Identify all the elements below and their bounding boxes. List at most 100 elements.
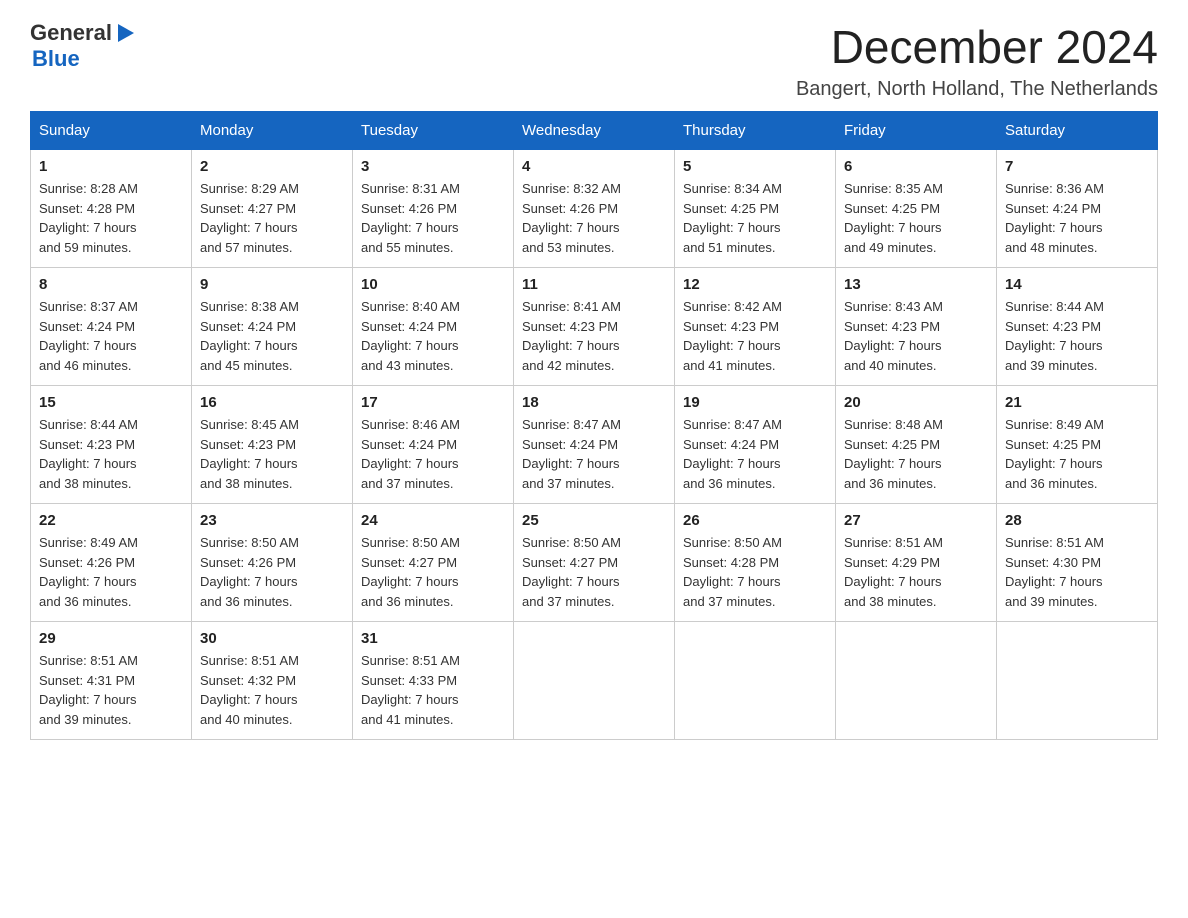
day-info: Sunrise: 8:40 AMSunset: 4:24 PMDaylight:… — [361, 297, 505, 375]
calendar-cell: 8 Sunrise: 8:37 AMSunset: 4:24 PMDayligh… — [31, 268, 192, 386]
day-number: 29 — [39, 630, 183, 647]
calendar-cell: 18 Sunrise: 8:47 AMSunset: 4:24 PMDaylig… — [514, 386, 675, 504]
weekday-header-tuesday: Tuesday — [353, 112, 514, 150]
day-info: Sunrise: 8:51 AMSunset: 4:33 PMDaylight:… — [361, 651, 505, 729]
weekday-header-monday: Monday — [192, 112, 353, 150]
day-info: Sunrise: 8:31 AMSunset: 4:26 PMDaylight:… — [361, 179, 505, 257]
calendar-cell: 16 Sunrise: 8:45 AMSunset: 4:23 PMDaylig… — [192, 386, 353, 504]
day-info: Sunrise: 8:34 AMSunset: 4:25 PMDaylight:… — [683, 179, 827, 257]
calendar-cell: 26 Sunrise: 8:50 AMSunset: 4:28 PMDaylig… — [675, 504, 836, 622]
day-number: 17 — [361, 394, 505, 411]
day-info: Sunrise: 8:49 AMSunset: 4:25 PMDaylight:… — [1005, 415, 1149, 493]
day-number: 9 — [200, 276, 344, 293]
day-number: 7 — [1005, 158, 1149, 175]
calendar-cell: 10 Sunrise: 8:40 AMSunset: 4:24 PMDaylig… — [353, 268, 514, 386]
calendar-cell: 24 Sunrise: 8:50 AMSunset: 4:27 PMDaylig… — [353, 504, 514, 622]
day-number: 22 — [39, 512, 183, 529]
day-number: 20 — [844, 394, 988, 411]
month-year-title: December 2024 — [796, 20, 1158, 74]
day-number: 21 — [1005, 394, 1149, 411]
day-number: 4 — [522, 158, 666, 175]
day-info: Sunrise: 8:51 AMSunset: 4:30 PMDaylight:… — [1005, 533, 1149, 611]
calendar-cell: 2 Sunrise: 8:29 AMSunset: 4:27 PMDayligh… — [192, 150, 353, 268]
calendar-cell: 14 Sunrise: 8:44 AMSunset: 4:23 PMDaylig… — [997, 268, 1158, 386]
weekday-header-saturday: Saturday — [997, 112, 1158, 150]
day-info: Sunrise: 8:35 AMSunset: 4:25 PMDaylight:… — [844, 179, 988, 257]
calendar-week-row: 8 Sunrise: 8:37 AMSunset: 4:24 PMDayligh… — [31, 268, 1158, 386]
day-info: Sunrise: 8:51 AMSunset: 4:32 PMDaylight:… — [200, 651, 344, 729]
day-number: 30 — [200, 630, 344, 647]
day-info: Sunrise: 8:48 AMSunset: 4:25 PMDaylight:… — [844, 415, 988, 493]
day-number: 31 — [361, 630, 505, 647]
day-number: 28 — [1005, 512, 1149, 529]
calendar-week-row: 15 Sunrise: 8:44 AMSunset: 4:23 PMDaylig… — [31, 386, 1158, 504]
day-info: Sunrise: 8:50 AMSunset: 4:27 PMDaylight:… — [361, 533, 505, 611]
day-number: 13 — [844, 276, 988, 293]
day-number: 11 — [522, 276, 666, 293]
day-info: Sunrise: 8:46 AMSunset: 4:24 PMDaylight:… — [361, 415, 505, 493]
logo: General Blue — [30, 20, 136, 72]
calendar-cell: 17 Sunrise: 8:46 AMSunset: 4:24 PMDaylig… — [353, 386, 514, 504]
day-info: Sunrise: 8:28 AMSunset: 4:28 PMDaylight:… — [39, 179, 183, 257]
calendar-cell: 27 Sunrise: 8:51 AMSunset: 4:29 PMDaylig… — [836, 504, 997, 622]
calendar-cell: 4 Sunrise: 8:32 AMSunset: 4:26 PMDayligh… — [514, 150, 675, 268]
day-info: Sunrise: 8:47 AMSunset: 4:24 PMDaylight:… — [683, 415, 827, 493]
day-info: Sunrise: 8:36 AMSunset: 4:24 PMDaylight:… — [1005, 179, 1149, 257]
calendar-cell: 28 Sunrise: 8:51 AMSunset: 4:30 PMDaylig… — [997, 504, 1158, 622]
day-number: 1 — [39, 158, 183, 175]
calendar-cell: 1 Sunrise: 8:28 AMSunset: 4:28 PMDayligh… — [31, 150, 192, 268]
day-info: Sunrise: 8:49 AMSunset: 4:26 PMDaylight:… — [39, 533, 183, 611]
weekday-header-thursday: Thursday — [675, 112, 836, 150]
day-info: Sunrise: 8:38 AMSunset: 4:24 PMDaylight:… — [200, 297, 344, 375]
logo-triangle-icon — [114, 22, 136, 44]
logo-general-text: General — [30, 20, 112, 46]
day-number: 25 — [522, 512, 666, 529]
calendar-cell: 21 Sunrise: 8:49 AMSunset: 4:25 PMDaylig… — [997, 386, 1158, 504]
day-number: 6 — [844, 158, 988, 175]
day-info: Sunrise: 8:50 AMSunset: 4:27 PMDaylight:… — [522, 533, 666, 611]
day-info: Sunrise: 8:43 AMSunset: 4:23 PMDaylight:… — [844, 297, 988, 375]
calendar-week-row: 29 Sunrise: 8:51 AMSunset: 4:31 PMDaylig… — [31, 622, 1158, 740]
day-info: Sunrise: 8:32 AMSunset: 4:26 PMDaylight:… — [522, 179, 666, 257]
calendar-cell: 6 Sunrise: 8:35 AMSunset: 4:25 PMDayligh… — [836, 150, 997, 268]
calendar-cell: 7 Sunrise: 8:36 AMSunset: 4:24 PMDayligh… — [997, 150, 1158, 268]
day-info: Sunrise: 8:51 AMSunset: 4:31 PMDaylight:… — [39, 651, 183, 729]
day-number: 2 — [200, 158, 344, 175]
day-info: Sunrise: 8:29 AMSunset: 4:27 PMDaylight:… — [200, 179, 344, 257]
day-number: 10 — [361, 276, 505, 293]
calendar-cell: 11 Sunrise: 8:41 AMSunset: 4:23 PMDaylig… — [514, 268, 675, 386]
page-header: General Blue December 2024 Bangert, Nort… — [30, 20, 1158, 101]
calendar-cell: 9 Sunrise: 8:38 AMSunset: 4:24 PMDayligh… — [192, 268, 353, 386]
day-info: Sunrise: 8:50 AMSunset: 4:26 PMDaylight:… — [200, 533, 344, 611]
calendar-cell — [997, 622, 1158, 740]
logo-blue-text: Blue — [32, 46, 80, 72]
day-number: 8 — [39, 276, 183, 293]
calendar-cell: 30 Sunrise: 8:51 AMSunset: 4:32 PMDaylig… — [192, 622, 353, 740]
calendar-cell: 22 Sunrise: 8:49 AMSunset: 4:26 PMDaylig… — [31, 504, 192, 622]
calendar-cell: 20 Sunrise: 8:48 AMSunset: 4:25 PMDaylig… — [836, 386, 997, 504]
day-info: Sunrise: 8:41 AMSunset: 4:23 PMDaylight:… — [522, 297, 666, 375]
calendar-cell: 31 Sunrise: 8:51 AMSunset: 4:33 PMDaylig… — [353, 622, 514, 740]
day-info: Sunrise: 8:50 AMSunset: 4:28 PMDaylight:… — [683, 533, 827, 611]
day-info: Sunrise: 8:45 AMSunset: 4:23 PMDaylight:… — [200, 415, 344, 493]
title-block: December 2024 Bangert, North Holland, Th… — [796, 20, 1158, 101]
day-number: 26 — [683, 512, 827, 529]
calendar-week-row: 22 Sunrise: 8:49 AMSunset: 4:26 PMDaylig… — [31, 504, 1158, 622]
weekday-header-row: SundayMondayTuesdayWednesdayThursdayFrid… — [31, 112, 1158, 150]
day-info: Sunrise: 8:51 AMSunset: 4:29 PMDaylight:… — [844, 533, 988, 611]
day-number: 23 — [200, 512, 344, 529]
day-number: 24 — [361, 512, 505, 529]
calendar-cell: 5 Sunrise: 8:34 AMSunset: 4:25 PMDayligh… — [675, 150, 836, 268]
calendar-cell: 23 Sunrise: 8:50 AMSunset: 4:26 PMDaylig… — [192, 504, 353, 622]
weekday-header-friday: Friday — [836, 112, 997, 150]
calendar-table: SundayMondayTuesdayWednesdayThursdayFrid… — [30, 111, 1158, 740]
day-number: 5 — [683, 158, 827, 175]
day-number: 15 — [39, 394, 183, 411]
day-number: 19 — [683, 394, 827, 411]
calendar-cell — [675, 622, 836, 740]
day-info: Sunrise: 8:37 AMSunset: 4:24 PMDaylight:… — [39, 297, 183, 375]
calendar-cell: 25 Sunrise: 8:50 AMSunset: 4:27 PMDaylig… — [514, 504, 675, 622]
weekday-header-sunday: Sunday — [31, 112, 192, 150]
calendar-cell: 12 Sunrise: 8:42 AMSunset: 4:23 PMDaylig… — [675, 268, 836, 386]
calendar-cell: 29 Sunrise: 8:51 AMSunset: 4:31 PMDaylig… — [31, 622, 192, 740]
